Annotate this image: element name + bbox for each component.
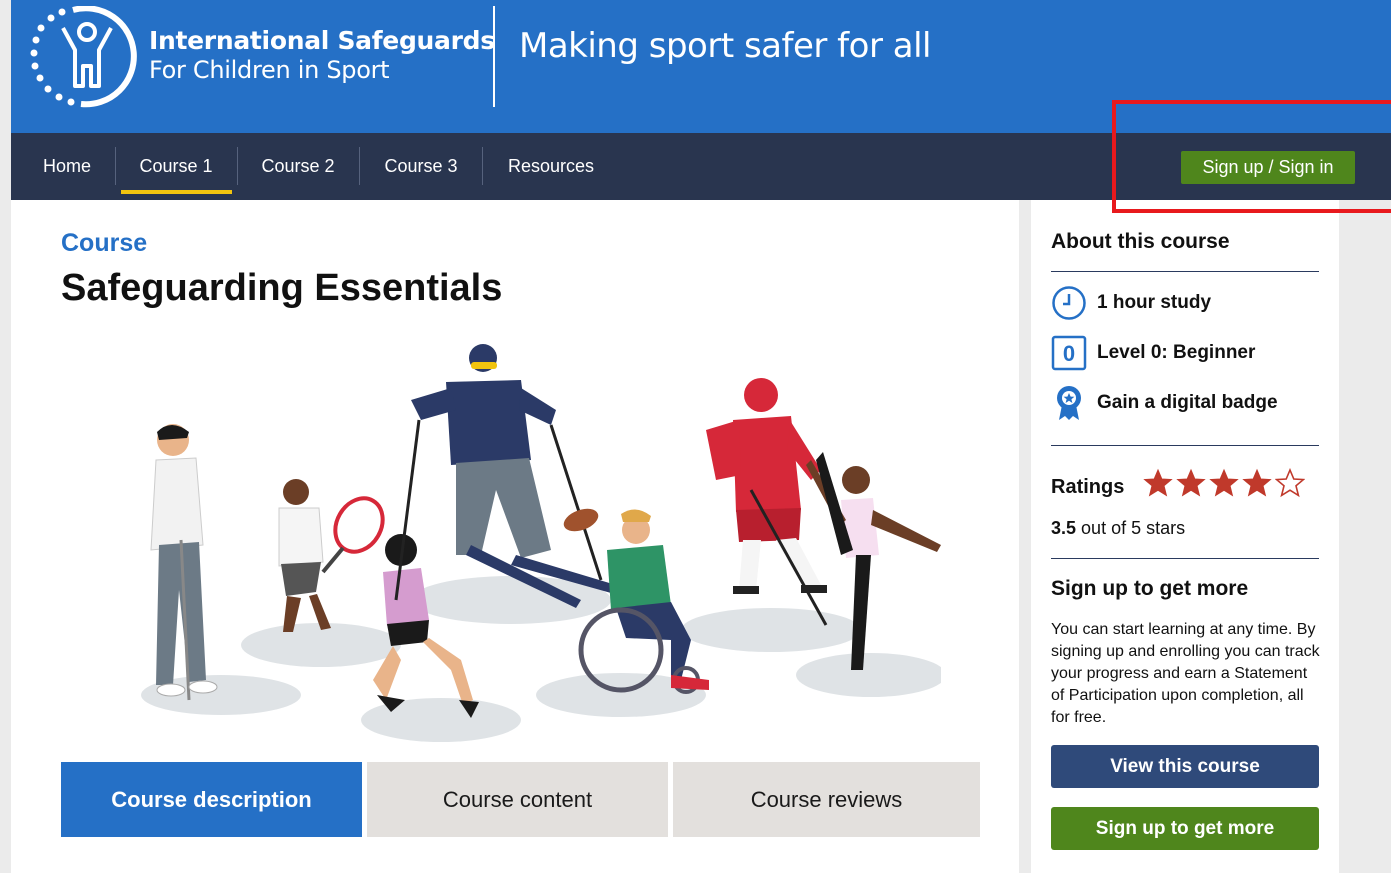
fact-badge: Gain a digital badge <box>1051 385 1321 421</box>
nav-separator <box>359 147 360 185</box>
tab-course-content[interactable]: Course content <box>367 762 668 837</box>
divider <box>1051 271 1319 272</box>
fact-label: 1 hour study <box>1097 292 1212 313</box>
fact-study-time: 1 hour study <box>1051 285 1321 321</box>
signup-description: You can start learning at any time. By s… <box>1051 621 1320 726</box>
star-filled-icon <box>1176 468 1206 497</box>
tagline: Making sport safer for all <box>519 26 931 66</box>
page-title: Safeguarding Essentials <box>61 267 503 309</box>
signup-heading: Sign up to get more <box>1051 577 1249 600</box>
nav-item-course-2[interactable]: Course 2 <box>245 133 351 200</box>
logo-icon[interactable] <box>29 6 141 108</box>
star-filled-icon <box>1242 468 1272 497</box>
fact-label: Level 0: Beginner <box>1097 342 1256 363</box>
level-icon: 0 <box>1051 335 1087 371</box>
sign-up-button[interactable]: Sign up to get more <box>1051 807 1319 850</box>
rating-summary: 3.5 out of 5 stars <box>1051 518 1185 539</box>
tab-course-reviews[interactable]: Course reviews <box>673 762 980 837</box>
tab-course-description[interactable]: Course description <box>61 762 362 837</box>
ratings-label: Ratings <box>1051 476 1125 498</box>
sidebar-title: About this course <box>1051 230 1230 253</box>
rating-stars <box>1143 468 1305 498</box>
brand-name: International Safeguards For Children in… <box>149 26 495 84</box>
fact-level: 0 Level 0: Beginner <box>1051 335 1321 371</box>
rating-value: 3.5 <box>1051 518 1077 538</box>
header-divider <box>493 6 495 107</box>
highlight-box <box>1112 100 1391 213</box>
divider <box>1051 445 1319 446</box>
fact-label: Gain a digital badge <box>1097 392 1278 413</box>
divider <box>1051 558 1319 559</box>
star-filled-icon <box>1143 468 1173 497</box>
rating-suffix: out of 5 stars <box>1081 518 1186 538</box>
nav-separator <box>237 147 238 185</box>
page: International Safeguards For Children in… <box>0 0 1391 873</box>
star-empty-icon <box>1275 468 1305 498</box>
star-filled-icon <box>1209 468 1239 497</box>
nav-separator <box>115 147 116 185</box>
brand-line-1: International Safeguards <box>149 26 495 55</box>
course-sidebar: About this course 1 hour study 0 Level 0… <box>1031 200 1339 873</box>
course-main: Course Safeguarding Essentials Course de… <box>11 200 1019 873</box>
page-kicker: Course <box>61 229 148 257</box>
nav-item-home[interactable]: Home <box>29 133 105 200</box>
brand-line-2: For Children in Sport <box>149 56 390 84</box>
view-course-button[interactable]: View this course <box>1051 745 1319 788</box>
active-tab-indicator <box>121 190 232 194</box>
level-icon-digit: 0 <box>1063 341 1075 366</box>
badge-icon <box>1057 386 1081 420</box>
nav-item-resources[interactable]: Resources <box>491 133 611 200</box>
nav-separator <box>482 147 483 185</box>
clock-icon <box>1052 286 1086 320</box>
sports-illustration <box>141 344 941 742</box>
nav-item-course-3[interactable]: Course 3 <box>367 133 475 200</box>
